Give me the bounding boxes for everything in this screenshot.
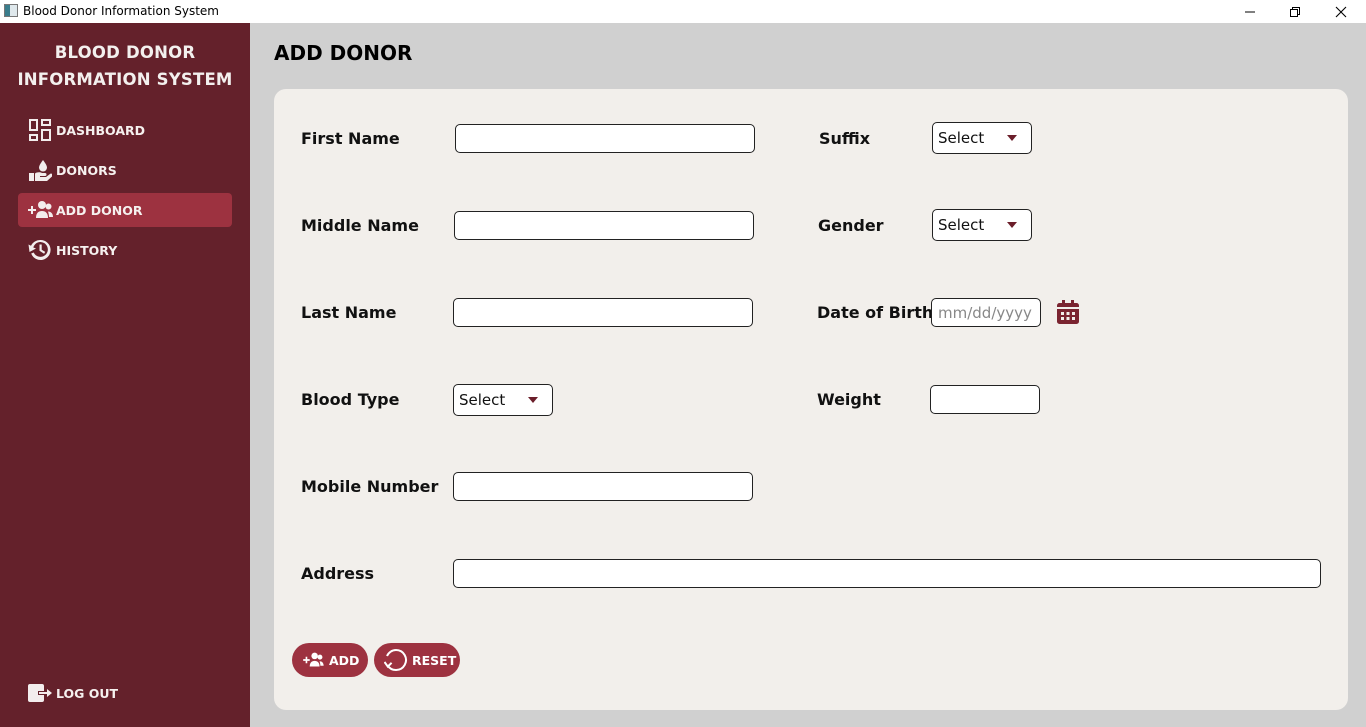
page-title: ADD DONOR	[274, 41, 413, 65]
window-titlebar: Blood Donor Information System	[0, 0, 1366, 23]
date-of-birth-input[interactable]	[931, 298, 1041, 327]
restore-button[interactable]	[1272, 0, 1318, 23]
sidebar-item-history[interactable]: HISTORY	[18, 233, 232, 267]
sidebar-item-label: DASHBOARD	[56, 122, 146, 138]
reset-button-label: RESET	[412, 652, 457, 668]
gender-select[interactable]: Select	[932, 209, 1032, 241]
reset-button[interactable]: RESET	[374, 643, 460, 677]
history-icon	[27, 238, 53, 262]
address-input[interactable]	[453, 559, 1321, 588]
user-plus-icon	[27, 198, 53, 222]
add-button[interactable]: ADD	[292, 643, 368, 677]
mobile-number-label: Mobile Number	[301, 477, 439, 496]
sidebar-item-add-donor[interactable]: ADD DONOR	[18, 193, 232, 227]
suffix-selected: Select	[938, 129, 985, 147]
dashboard-icon	[27, 118, 53, 142]
mobile-number-input[interactable]	[453, 472, 753, 501]
main-content: ADD DONOR First Name Middle Name Last Na…	[250, 23, 1366, 727]
close-button[interactable]	[1318, 0, 1364, 23]
first-name-label: First Name	[301, 129, 400, 148]
close-icon	[1335, 6, 1347, 17]
calendar-icon[interactable]	[1057, 300, 1079, 328]
blood-drop-hand-icon	[27, 158, 53, 182]
chevron-down-icon	[1007, 135, 1017, 141]
window-title: Blood Donor Information System	[23, 4, 219, 18]
minimize-button[interactable]	[1227, 0, 1273, 23]
reset-icon	[384, 648, 408, 672]
blood-type-select[interactable]: Select	[453, 384, 553, 416]
sidebar-item-donors[interactable]: DONORS	[18, 153, 232, 187]
weight-input[interactable]	[930, 385, 1040, 414]
sidebar-item-label: ADD DONOR	[56, 202, 143, 218]
chevron-down-icon	[528, 397, 538, 403]
logout-label: LOG OUT	[56, 685, 119, 701]
brand-line-2: INFORMATION SYSTEM	[17, 70, 233, 89]
suffix-label: Suffix	[819, 129, 871, 148]
address-label: Address	[301, 564, 375, 583]
brand-line-1: BLOOD DONOR	[54, 43, 196, 62]
user-plus-icon	[301, 651, 325, 669]
logout-icon	[27, 681, 53, 705]
restore-icon	[1290, 6, 1300, 17]
sidebar-item-dashboard[interactable]: DASHBOARD	[18, 113, 232, 147]
minimize-icon	[1245, 11, 1255, 12]
date-of-birth-label: Date of Birth	[817, 303, 934, 322]
sidebar: BLOOD DONOR INFORMATION SYSTEM DASHBOARD…	[0, 23, 250, 727]
blood-type-label: Blood Type	[301, 390, 400, 409]
gender-label: Gender	[818, 216, 884, 235]
app-icon	[4, 4, 18, 17]
add-button-label: ADD	[329, 652, 360, 668]
weight-label: Weight	[817, 390, 881, 409]
logout-button[interactable]: LOG OUT	[18, 676, 232, 710]
add-donor-form: First Name Middle Name Last Name Blood T…	[274, 89, 1348, 710]
sidebar-item-label: HISTORY	[56, 242, 118, 258]
sidebar-item-label: DONORS	[56, 162, 117, 178]
app-brand: BLOOD DONOR INFORMATION SYSTEM	[0, 39, 250, 93]
chevron-down-icon	[1007, 222, 1017, 228]
middle-name-input[interactable]	[454, 211, 754, 240]
suffix-select[interactable]: Select	[932, 122, 1032, 154]
middle-name-label: Middle Name	[301, 216, 419, 235]
last-name-label: Last Name	[301, 303, 397, 322]
last-name-input[interactable]	[453, 298, 753, 327]
gender-selected: Select	[938, 216, 985, 234]
first-name-input[interactable]	[455, 124, 755, 153]
blood-type-selected: Select	[459, 391, 506, 409]
